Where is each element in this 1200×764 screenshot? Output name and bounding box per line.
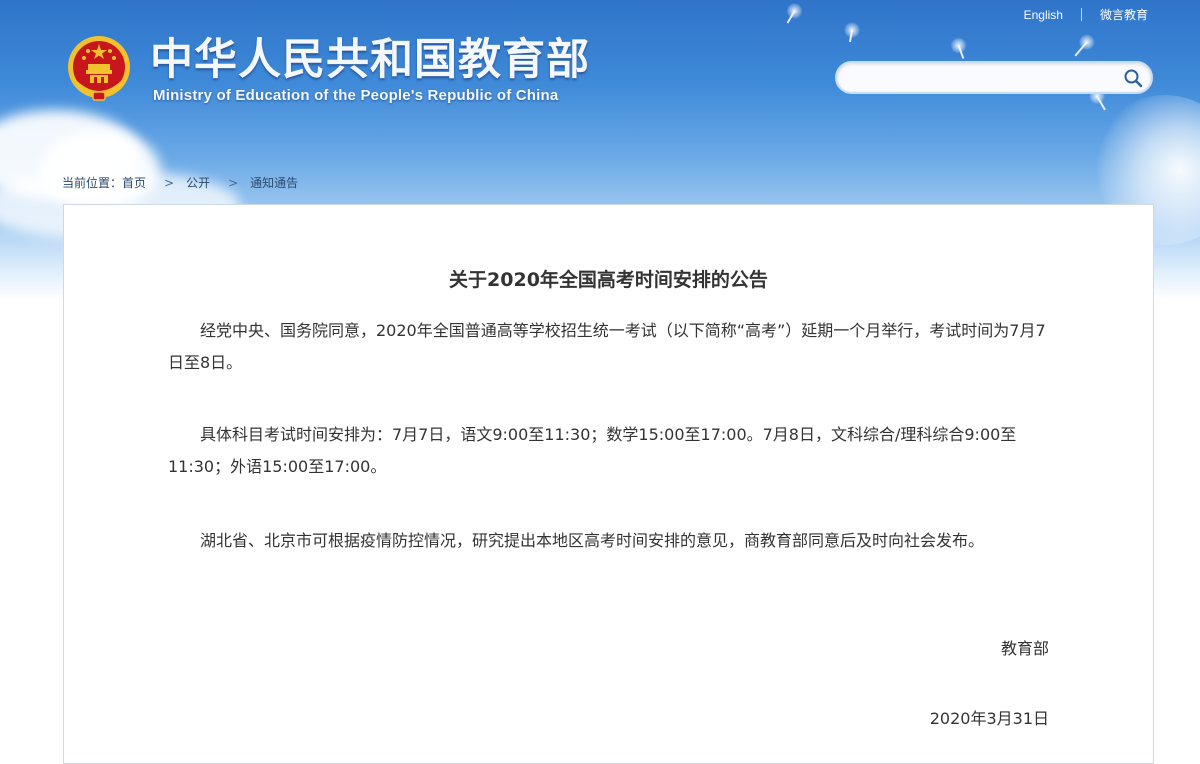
search-input[interactable] xyxy=(851,69,1115,89)
national-emblem-icon xyxy=(68,36,130,101)
breadcrumb-public[interactable]: 公开 xyxy=(186,174,210,191)
dandelion-seed-decoration xyxy=(957,45,965,59)
link-divider xyxy=(1080,8,1082,21)
article-paragraph: 湖北省、北京市可根据疫情防控情况，研究提出本地区高考时间安排的意见，商教育部同意… xyxy=(200,531,985,550)
article-title: 关于2020年全国高考时间安排的公告 xyxy=(449,269,768,291)
weiyan-jiaoyu-link[interactable]: 微言教育 xyxy=(1100,6,1148,23)
breadcrumb-label: 当前位置： xyxy=(62,176,123,190)
breadcrumb: 当前位置： 首页 > 公开 > 通知通告 xyxy=(62,174,298,191)
english-link[interactable]: English xyxy=(1024,8,1063,22)
chevron-right-icon: > xyxy=(228,175,239,190)
breadcrumb-notices[interactable]: 通知通告 xyxy=(250,174,298,191)
article-paragraph: 具体科目考试时间安排为：7月7日，语文9:00至11:30；数学15:00至17… xyxy=(168,425,1017,476)
site-subtitle-english: Ministry of Education of the People's Re… xyxy=(153,87,559,104)
search-icon[interactable] xyxy=(1123,68,1143,88)
chevron-right-icon: > xyxy=(164,175,175,190)
breadcrumb-home[interactable]: 首页 xyxy=(122,174,146,191)
article-date: 2020年3月31日 xyxy=(929,709,1049,728)
top-links: English 微言教育 xyxy=(1024,6,1148,23)
site-title: 中华人民共和国教育部 xyxy=(150,35,590,85)
article-panel: 关于2020年全国高考时间安排的公告 经党中央、国务院同意，2020年全国普通高… xyxy=(63,204,1154,764)
dandelion-seed-decoration xyxy=(1074,41,1088,57)
dandelion-seed-decoration xyxy=(848,29,854,43)
article-paragraph: 经党中央、国务院同意，2020年全国普通高等学校招生统一考试（以下简称“高考”）… xyxy=(168,321,1046,372)
search-box xyxy=(835,61,1153,94)
article-signature: 教育部 xyxy=(1000,639,1049,658)
dandelion-seed-decoration xyxy=(786,10,796,24)
dandelion-seed-decoration xyxy=(1096,95,1106,111)
